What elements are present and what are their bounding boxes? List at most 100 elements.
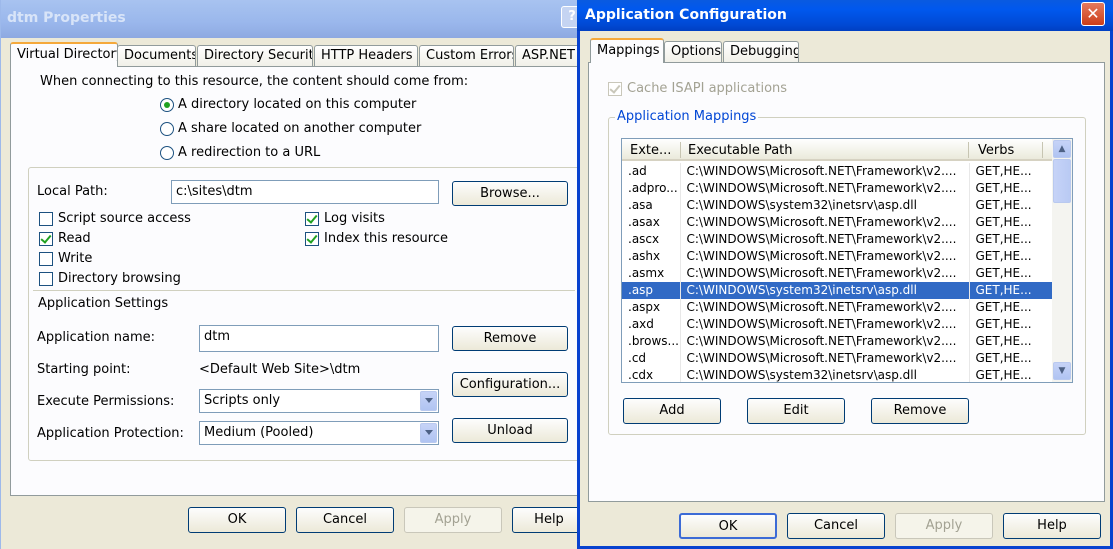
cell-extension: .aspx <box>622 299 681 316</box>
cell-executable-path: C:\WINDOWS\system32\inetsrv\asp.dll <box>680 282 970 299</box>
left-ok-button[interactable]: OK <box>188 507 286 533</box>
write-label: Write <box>58 251 93 266</box>
directory-browsing-checkbox[interactable] <box>39 272 53 286</box>
left-help-button[interactable]: Help <box>512 507 586 533</box>
tab-directory-security[interactable]: Directory Security <box>197 45 313 67</box>
left-titlebar[interactable]: dtm Properties ? <box>1 0 591 38</box>
tab-mappings[interactable]: Mappings <box>590 38 664 63</box>
virtual-directory-panel: When connecting to this resource, the co… <box>10 66 585 496</box>
dtm-properties-window: dtm Properties ? Virtual Directory Docum… <box>0 0 591 549</box>
cell-executable-path: C:\WINDOWS\Microsoft.NET\Framework\v2...… <box>680 299 970 316</box>
configuration-button[interactable]: Configuration... <box>452 372 568 397</box>
unload-button[interactable]: Unload <box>452 418 568 443</box>
cell-extension: .axd <box>622 316 681 333</box>
right-ok-button[interactable]: OK <box>679 513 777 539</box>
cell-extension: .cd <box>622 350 681 367</box>
table-row[interactable]: .ascx C:\WINDOWS\Microsoft.NET\Framework\… <box>622 231 1053 248</box>
tab-documents[interactable]: Documents <box>117 45 196 67</box>
table-row[interactable]: .ad C:\WINDOWS\Microsoft.NET\Framework\v2… <box>622 163 1053 180</box>
cell-extension: .cdx <box>622 367 681 382</box>
close-icon[interactable]: ✕ <box>1081 2 1105 26</box>
cell-verbs: GET,HE... <box>969 367 1053 382</box>
app-settings-heading: Application Settings <box>38 296 169 311</box>
chevron-down-icon[interactable] <box>420 423 437 443</box>
read-checkbox[interactable] <box>39 232 53 246</box>
local-path-label: Local Path: <box>37 184 108 199</box>
table-row[interactable]: .brows... C:\WINDOWS\Microsoft.NET\Framew… <box>622 333 1053 350</box>
cell-extension: .asax <box>622 214 681 231</box>
app-protection-select[interactable]: Medium (Pooled) <box>199 421 439 445</box>
column-verbs[interactable]: Verbs <box>978 143 1014 158</box>
cell-executable-path: C:\WINDOWS\Microsoft.NET\Framework\v2...… <box>680 163 970 180</box>
scroll-thumb[interactable] <box>1053 159 1071 203</box>
local-path-input[interactable]: c:\sites\dtm <box>171 180 439 204</box>
cell-executable-path: C:\WINDOWS\Microsoft.NET\Framework\v2...… <box>680 248 970 265</box>
table-row[interactable]: .asmx C:\WINDOWS\Microsoft.NET\Framework\… <box>622 265 1053 282</box>
left-apply-button[interactable]: Apply <box>404 507 502 533</box>
cell-verbs: GET,HE... <box>969 282 1053 299</box>
cell-executable-path: C:\WINDOWS\Microsoft.NET\Framework\v2...… <box>680 180 970 197</box>
tab-aspnet[interactable]: ASP.NET <box>515 45 585 67</box>
table-row[interactable]: .asax C:\WINDOWS\Microsoft.NET\Framework\… <box>622 214 1053 231</box>
remove-mapping-button[interactable]: Remove <box>871 398 969 424</box>
tab-options[interactable]: Options <box>664 41 722 63</box>
app-name-input[interactable]: dtm <box>199 325 439 352</box>
table-row[interactable]: .cdx C:\WINDOWS\system32\inetsrv\asp.dll G… <box>622 367 1053 382</box>
header-divider <box>1042 142 1043 158</box>
column-extension[interactable]: Exte... <box>630 143 671 158</box>
script-source-access-checkbox[interactable] <box>39 212 53 226</box>
execute-permissions-select[interactable]: Scripts only <box>199 389 439 413</box>
browse-button[interactable]: Browse... <box>452 181 568 206</box>
cell-extension: .asp <box>622 282 681 299</box>
index-resource-checkbox[interactable] <box>305 232 319 246</box>
table-row[interactable]: .ashx C:\WINDOWS\Microsoft.NET\Framework\… <box>622 248 1053 265</box>
tab-debugging[interactable]: Debugging <box>723 41 799 63</box>
right-cancel-button[interactable]: Cancel <box>787 513 885 539</box>
cache-isapi-checkbox[interactable] <box>608 82 622 96</box>
write-checkbox[interactable] <box>39 252 53 266</box>
table-row[interactable]: .aspx C:\WINDOWS\Microsoft.NET\Framework\… <box>622 299 1053 316</box>
radio-local-directory[interactable] <box>160 98 174 112</box>
log-visits-checkbox[interactable] <box>305 212 319 226</box>
chevron-down-icon[interactable] <box>420 391 437 411</box>
table-row[interactable]: .axd C:\WINDOWS\Microsoft.NET\Framework\v… <box>622 316 1053 333</box>
cell-verbs: GET,HE... <box>969 197 1053 214</box>
left-cancel-button[interactable]: Cancel <box>296 507 394 533</box>
scroll-up-arrow-icon[interactable]: ▲ <box>1053 140 1071 158</box>
list-header: Exte... Executable Path Verbs <box>622 139 1052 161</box>
cell-verbs: GET,HE... <box>969 248 1053 265</box>
right-titlebar[interactable]: Application Configuration ✕ <box>577 0 1113 31</box>
cell-verbs: GET,HE... <box>969 231 1053 248</box>
mappings-list[interactable]: Exte... Executable Path Verbs .ad C:\WIND… <box>621 138 1073 383</box>
table-row[interactable]: .cd C:\WINDOWS\Microsoft.NET\Framework\v2… <box>622 350 1053 367</box>
edit-mapping-button[interactable]: Edit <box>747 398 845 424</box>
cell-executable-path: C:\WINDOWS\Microsoft.NET\Framework\v2...… <box>680 265 970 282</box>
cell-extension: .ashx <box>622 248 681 265</box>
read-label: Read <box>58 231 91 246</box>
right-help-button[interactable]: Help <box>1003 513 1101 539</box>
radio-network-share[interactable] <box>160 122 174 136</box>
cell-verbs: GET,HE... <box>969 299 1053 316</box>
table-row[interactable]: .asa C:\WINDOWS\system32\inetsrv\asp.dll G… <box>622 197 1053 214</box>
remove-app-button[interactable]: Remove <box>452 326 568 351</box>
right-apply-button[interactable]: Apply <box>895 513 993 539</box>
tab-http-headers[interactable]: HTTP Headers <box>314 45 418 67</box>
column-executable-path[interactable]: Executable Path <box>688 143 793 158</box>
left-window-title: dtm Properties <box>7 10 126 26</box>
cell-verbs: GET,HE... <box>969 163 1053 180</box>
right-window-title: Application Configuration <box>585 7 787 23</box>
tab-custom-errors[interactable]: Custom Errors <box>419 45 514 67</box>
app-mappings-group: Application Mappings Exte... Executable … <box>608 109 1086 435</box>
mappings-table: .ad C:\WINDOWS\Microsoft.NET\Framework\v2… <box>622 163 1053 382</box>
vertical-scrollbar[interactable]: ▲ ▼ <box>1052 139 1072 382</box>
cell-verbs: GET,HE... <box>969 265 1053 282</box>
scroll-down-arrow-icon[interactable]: ▼ <box>1053 362 1071 380</box>
radio-url-redirection[interactable] <box>160 146 174 160</box>
app-settings-divider <box>33 290 575 291</box>
execute-permissions-label: Execute Permissions: <box>37 394 175 409</box>
table-row[interactable]: .asp C:\WINDOWS\system32\inetsrv\asp.dll G… <box>622 282 1053 299</box>
table-row[interactable]: .adpro... C:\WINDOWS\Microsoft.NET\Framew… <box>622 180 1053 197</box>
tab-virtual-directory[interactable]: Virtual Directory <box>10 42 118 67</box>
header-divider <box>968 142 969 158</box>
add-mapping-button[interactable]: Add <box>623 398 721 424</box>
